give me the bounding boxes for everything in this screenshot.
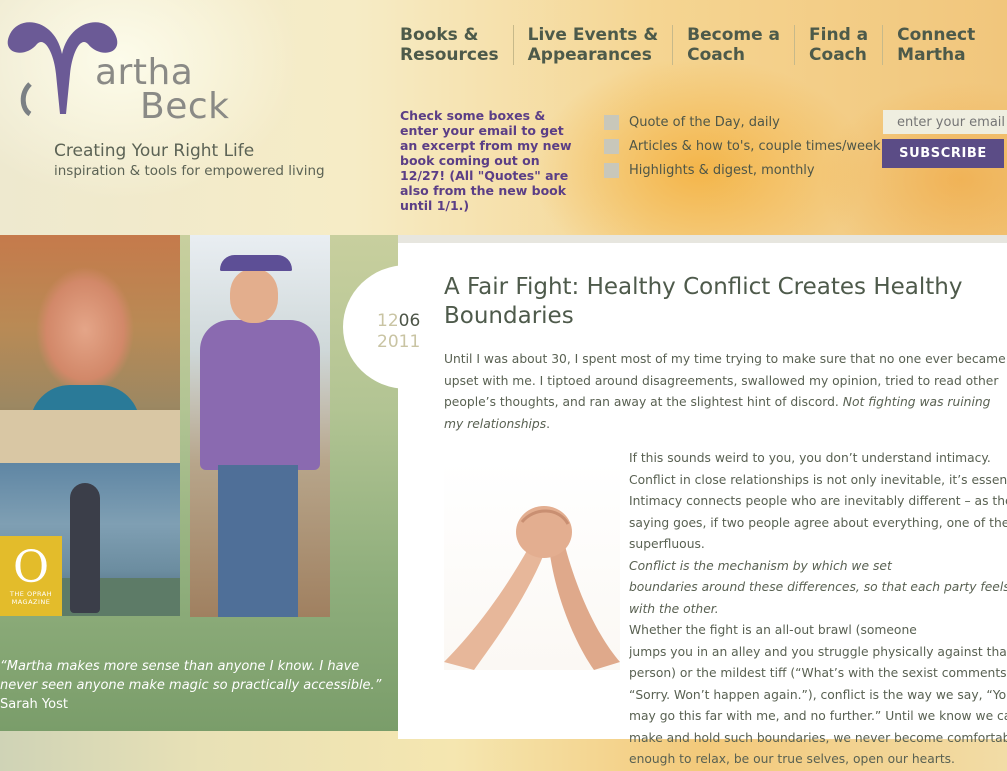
portrait-photo <box>0 235 180 463</box>
checkbox[interactable] <box>604 162 619 178</box>
body-line: boundaries around these differences, so … <box>629 577 1007 599</box>
testimonial: “Martha makes more sense than anyone I k… <box>0 657 395 714</box>
option-label: Highlights & digest, monthly <box>629 162 815 178</box>
article-body: If this sounds weird to you, you don’t u… <box>629 448 1007 771</box>
option-label: Articles & how to's, couple times/week <box>629 138 881 154</box>
site-logo[interactable]: artha Beck Creating Your Right Life insp… <box>0 8 330 188</box>
oprah-magazine-logo: O THE OPRAH MAGAZINE <box>0 536 62 616</box>
body-line: may go this far with me, and no further.… <box>629 709 1007 723</box>
oprah-caption: THE OPRAH MAGAZINE <box>9 590 53 606</box>
body-text: superfluous. <box>629 537 705 551</box>
body-line: Intimacy connects people who are inevita… <box>629 494 1007 508</box>
body-emphasis: with the other. <box>629 601 719 616</box>
nav-become-coach[interactable]: Become a Coach <box>673 25 796 65</box>
subscribe-button[interactable]: SUBSCRIBE <box>882 139 1004 168</box>
date-month: 12 <box>377 311 399 331</box>
nav-books-resources[interactable]: Books & Resources <box>386 25 514 65</box>
main-nav: Books & Resources Live Events & Appearan… <box>386 25 989 65</box>
body-emphasis: Conflict is the mechanism by which we se… <box>629 558 892 573</box>
checkbox[interactable] <box>604 114 619 130</box>
logo-wordmark: artha Beck <box>95 55 230 127</box>
email-input[interactable] <box>883 110 1007 134</box>
logo-line2: Beck <box>140 86 230 127</box>
option-quote-of-day[interactable]: Quote of the Day, daily <box>604 110 881 134</box>
body-line: If this sounds weird to you, you don’t u… <box>629 451 991 465</box>
checkbox[interactable] <box>604 138 619 154</box>
nav-connect-martha[interactable]: Connect Martha <box>883 25 989 65</box>
newsletter-options: Quote of the Day, daily Articles & how t… <box>604 110 881 182</box>
nav-find-coach[interactable]: Find a Coach <box>795 25 884 65</box>
outdoor-photo <box>190 235 330 617</box>
body-line: Conflict in close relationships is not o… <box>629 472 1007 487</box>
body-line: “Sorry. Won’t happen again.”), conflict … <box>629 687 1007 702</box>
arm-wrestling-illustration <box>444 506 620 670</box>
testimonial-author: Sarah Yost <box>0 697 68 712</box>
option-articles[interactable]: Articles & how to's, couple times/week <box>604 134 881 158</box>
article-title[interactable]: A Fair Fight: Healthy Conflict Creates H… <box>444 273 999 331</box>
intro-end: . <box>546 416 551 431</box>
testimonial-quote: “Martha makes more sense than anyone I k… <box>0 659 382 693</box>
option-label: Quote of the Day, daily <box>629 114 780 130</box>
newsletter-promo: Check some boxes & enter your email to g… <box>400 108 572 213</box>
nav-live-events[interactable]: Live Events & Appearances <box>514 25 674 65</box>
body-line: jumps you in an alley and you struggle p… <box>629 644 1007 659</box>
oprah-letter: O <box>12 542 50 593</box>
body-line: saying goes, if two people agree about e… <box>629 515 1007 530</box>
body-line: person) or the mildest tiff (“What’s wit… <box>629 666 1007 680</box>
arm-wrestling-image <box>444 462 620 670</box>
post-date: 1206 2011 <box>377 311 420 353</box>
date-day: 06 <box>398 311 421 331</box>
body-line: superfluous. Conflict is the mechanism b… <box>629 534 1007 577</box>
option-highlights[interactable]: Highlights & digest, monthly <box>604 158 881 182</box>
tagline-sub: inspiration & tools for empowered living <box>54 163 325 179</box>
date-year: 2011 <box>377 332 421 352</box>
body-text: Whether the fight is an all-out brawl (s… <box>629 623 917 637</box>
tagline: Creating Your Right Life inspiration & t… <box>54 141 325 179</box>
tagline-main: Creating Your Right Life <box>54 141 255 161</box>
body-emphasis: boundaries around these differences, so … <box>629 580 1007 594</box>
body-line: with the other. Whether the fight is an … <box>629 599 1007 642</box>
body-line: enough to relax, be our true selves, ope… <box>629 752 955 766</box>
article-intro: Until I was about 30, I spent most of my… <box>444 349 1006 435</box>
